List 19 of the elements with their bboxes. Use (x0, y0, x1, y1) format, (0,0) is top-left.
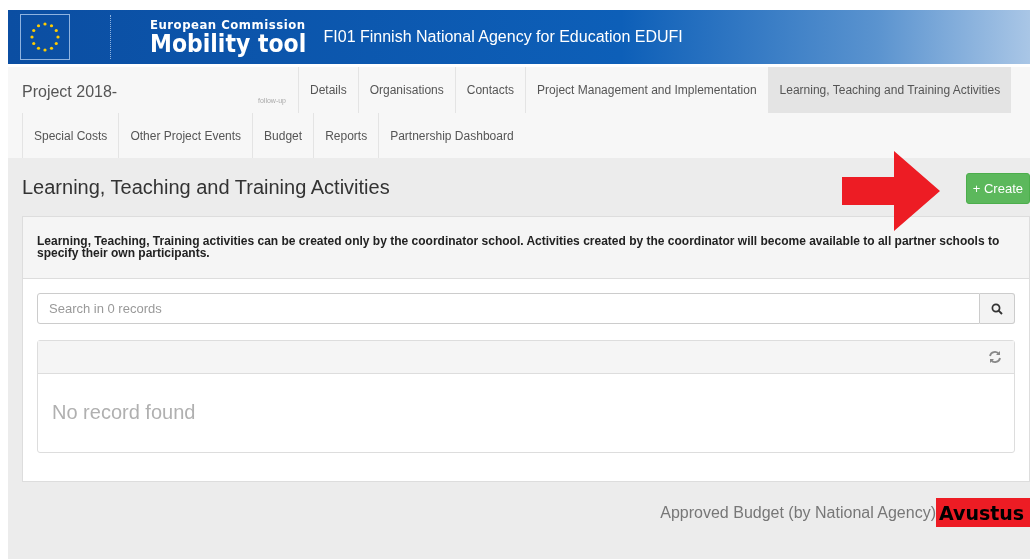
empty-message: No record found (51, 400, 197, 425)
commission-name: European Commission (150, 18, 306, 31)
search-button[interactable] (980, 293, 1015, 324)
page-title: Learning, Teaching and Training Activities (22, 175, 390, 199)
coordinator-notice: Learning, Teaching, Training activities can be created only by the coordinator school. Activities created by the coordinator will become available to all partner schools to specify their own participants. (23, 217, 1029, 279)
nav-tab[interactable]: Contacts (454, 67, 526, 113)
approved-budget-label: Approved Budget (by National Agency) (660, 503, 936, 522)
annotation-label: Avustus (936, 498, 1030, 527)
nav-tab[interactable]: Details (298, 67, 358, 113)
refresh-icon[interactable] (988, 350, 1002, 364)
eu-flag-icon (20, 14, 70, 60)
agency-name: FI01 Finnish National Agency for Education EDUFI (323, 28, 683, 46)
search-field[interactable]: Search in 0 records (37, 293, 980, 324)
nav-tab[interactable]: Learning, Teaching and Training Activities (767, 67, 1012, 113)
nav-tab[interactable]: Organisations (357, 67, 455, 113)
project-title: Project 2018- (22, 83, 118, 100)
nav-tab[interactable]: Project Management and Implementation (525, 67, 768, 113)
app-logo-text: Mobility tool (150, 31, 307, 56)
search-icon (991, 302, 1003, 315)
